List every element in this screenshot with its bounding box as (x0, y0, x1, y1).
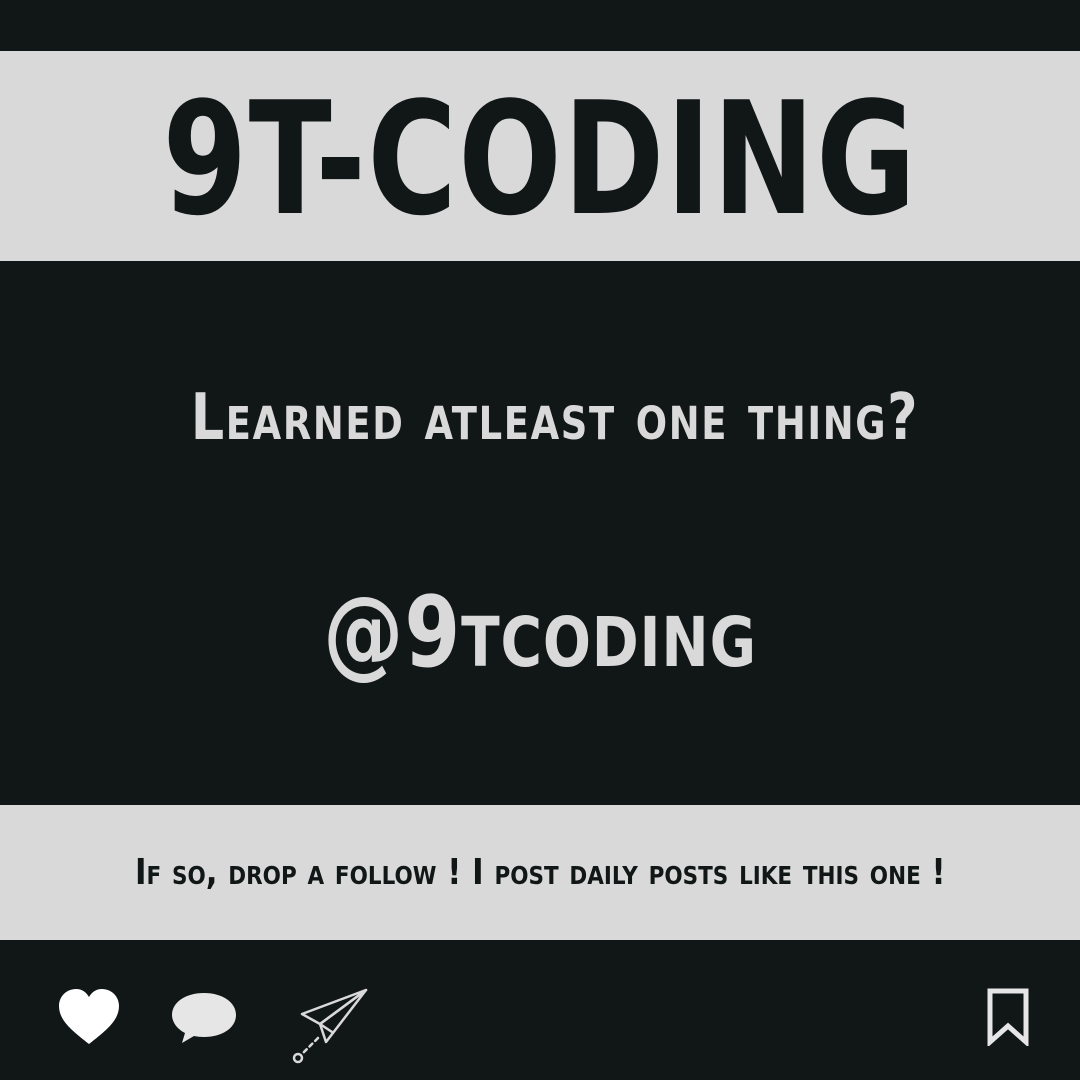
heart-icon[interactable] (57, 988, 121, 1046)
title-band: 9T-CODING (0, 51, 1080, 261)
comment-icon[interactable] (170, 990, 238, 1046)
question-text: Learned atleast one thing? (190, 381, 920, 455)
brand-title: 9T-CODING (162, 68, 918, 250)
account-handle: @9tcoding (323, 576, 757, 690)
send-icon[interactable] (290, 986, 370, 1064)
cta-band: If so, drop a follow ! I post daily post… (0, 805, 1080, 940)
bookmark-icon[interactable] (986, 988, 1030, 1046)
cta-text: If so, drop a follow ! I post daily post… (134, 852, 946, 893)
